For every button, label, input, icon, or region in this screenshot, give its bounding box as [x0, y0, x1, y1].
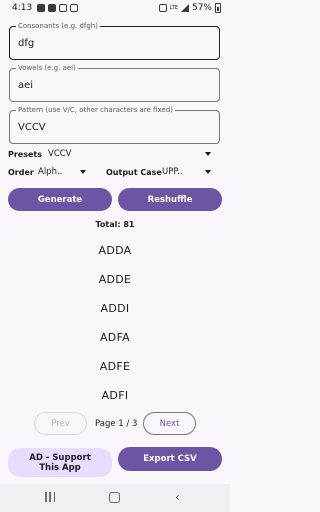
results-list: ADDA ADDE ADDI ADFA ADFE ADFI — [0, 238, 230, 412]
generate-button[interactable]: Generate — [8, 188, 112, 211]
consonants-value[interactable]: dfg — [18, 38, 34, 49]
chevron-down-icon — [205, 152, 211, 156]
back-icon[interactable]: ‹ — [175, 491, 180, 503]
presets-value: VCCV — [48, 149, 72, 159]
list-item: ADDA — [98, 244, 132, 257]
total-count: Total: 81 — [95, 220, 135, 229]
list-item: ADDI — [100, 302, 130, 315]
status-bar: 4:13 LTE 57% — [0, 0, 230, 16]
home-icon[interactable] — [109, 492, 120, 503]
pattern-field[interactable]: Pattern (use V/C, other characters are f… — [9, 106, 220, 144]
list-item: ADFA — [99, 331, 131, 344]
vowels-field[interactable]: Vowels (e.g. aei) aei — [9, 64, 220, 102]
prev-button[interactable]: Prev — [34, 412, 87, 435]
list-item: ADFE — [99, 360, 131, 373]
presets-dropdown[interactable]: VCCV — [46, 146, 216, 162]
chevron-down-icon — [80, 170, 86, 174]
notification-icon — [48, 4, 57, 12]
output-case-value: UPP.. — [162, 167, 183, 177]
status-time: 4:13 — [12, 3, 33, 13]
presets-label: Presets — [8, 150, 43, 159]
order-value: Alph.. — [38, 167, 63, 177]
reshuffle-button[interactable]: Reshuffle — [118, 188, 222, 211]
next-button[interactable]: Next — [143, 412, 196, 435]
battery-icon — [215, 3, 221, 13]
order-label: Order — [8, 168, 34, 177]
network-type: LTE — [169, 4, 178, 11]
list-item: ADDE — [98, 273, 132, 286]
pattern-value[interactable]: VCCV — [18, 122, 46, 133]
vowels-value[interactable]: aei — [18, 80, 33, 91]
page-indicator: Page 1 / 3 — [95, 419, 138, 429]
consonants-field[interactable]: Consonants (e.g. dfgh) dfg — [9, 22, 220, 60]
system-nav-bar: ‹ — [0, 484, 230, 512]
output-case-dropdown[interactable]: UPP.. — [160, 164, 216, 180]
export-csv-button[interactable]: Export CSV — [118, 447, 222, 471]
consonants-label: Consonants (e.g. dfgh) — [16, 22, 100, 31]
recents-icon[interactable] — [45, 492, 55, 502]
battery-percent: 57% — [191, 3, 212, 13]
support-app-button[interactable]: AD - Support This App — [8, 448, 112, 477]
output-case-label: Output Case — [106, 168, 162, 177]
chevron-down-icon — [205, 170, 211, 174]
signal-icon — [180, 4, 189, 12]
notification-icon — [37, 4, 46, 12]
order-dropdown[interactable]: Alph.. — [36, 164, 92, 180]
notification-icon — [70, 4, 79, 12]
pattern-label: Pattern (use V/C, other characters are f… — [16, 106, 175, 115]
vowels-label: Vowels (e.g. aei) — [16, 64, 78, 73]
alarm-icon — [158, 4, 167, 12]
list-item: ADFI — [101, 389, 129, 402]
notification-icon — [59, 4, 68, 12]
